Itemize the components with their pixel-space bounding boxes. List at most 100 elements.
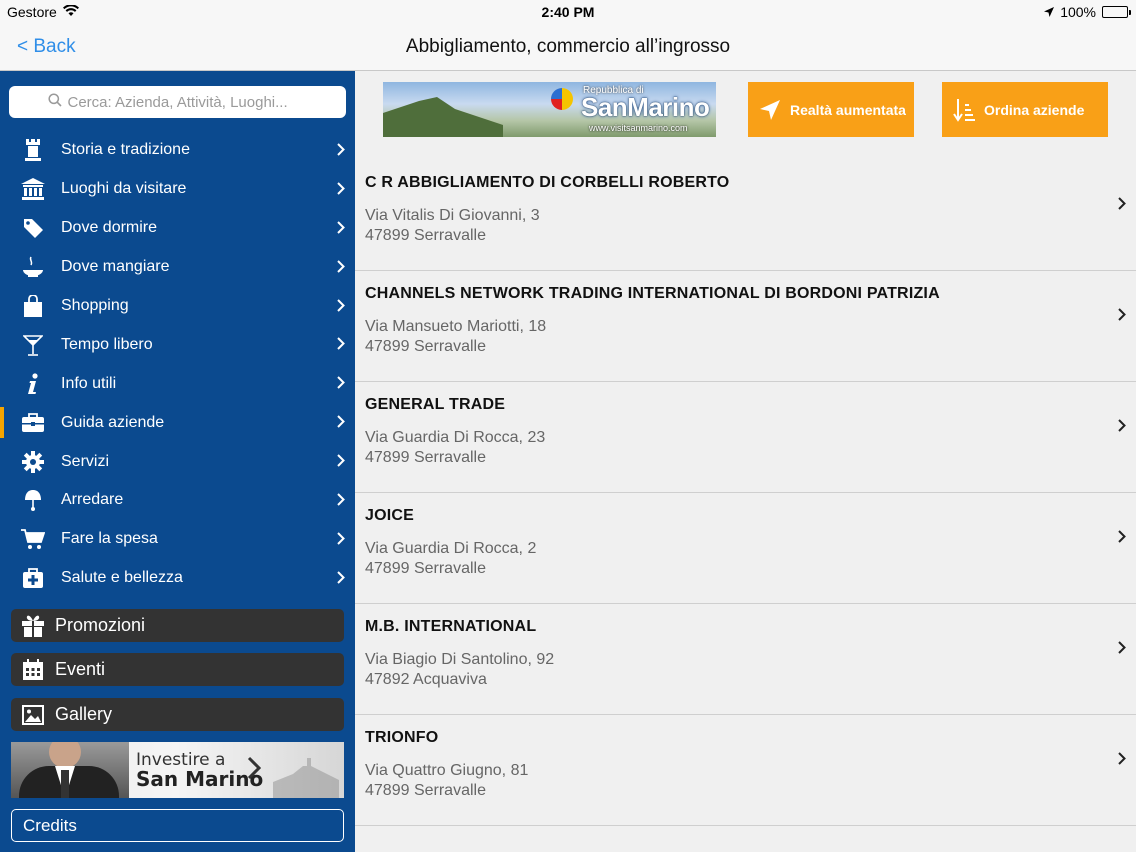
- list-item[interactable]: JOICE Via Guardia Di Rocca, 2 47899 Serr…: [355, 493, 1136, 604]
- sidebar-item-label: Guida aziende: [61, 413, 165, 431]
- shopping-bag-icon: [21, 294, 45, 318]
- chevron-right-icon: [337, 532, 345, 550]
- chevron-right-icon: [1118, 197, 1126, 215]
- castle-icon: [273, 758, 339, 798]
- info-icon: [21, 372, 45, 396]
- cocktail-icon: [21, 333, 45, 357]
- tag-icon: [21, 216, 45, 240]
- list-item[interactable]: GENERAL TRADE Via Guardia Di Rocca, 23 4…: [355, 382, 1136, 493]
- sort-companies-label: Ordina aziende: [984, 101, 1085, 118]
- san-marino-logo-icon: [551, 88, 573, 110]
- company-address: Via Quattro Giugno, 81: [365, 762, 529, 779]
- sidebar-item-dormire[interactable]: Dove dormire: [0, 209, 355, 248]
- chevron-right-icon: [337, 182, 345, 200]
- sidebar-item-label: Luoghi da visitare: [61, 180, 187, 198]
- chevron-right-icon: [337, 259, 345, 278]
- sidebar-item-arredare[interactable]: Arredare: [0, 481, 355, 520]
- eventi-label: Eventi: [55, 659, 106, 679]
- briefcase-icon: [21, 411, 45, 435]
- sidebar-item-storia[interactable]: Storia e tradizione: [0, 131, 355, 170]
- gift-icon: [21, 614, 45, 638]
- chevron-right-icon: [337, 454, 345, 472]
- location-icon: [1044, 4, 1055, 20]
- battery-icon: [1102, 6, 1131, 18]
- company-name: M.B. INTERNATIONAL: [365, 618, 537, 635]
- chevron-right-icon: [1118, 641, 1126, 659]
- chevron-right-icon: [337, 298, 345, 317]
- company-address: Via Mansueto Mariotti, 18: [365, 318, 547, 335]
- augmented-reality-button[interactable]: Realtà aumentata: [748, 82, 914, 137]
- chevron-right-icon: [337, 221, 345, 239]
- sidebar-item-info[interactable]: Info utili: [0, 364, 355, 403]
- businessman-image: [11, 742, 129, 798]
- medical-icon: [21, 566, 45, 590]
- sidebar-item-tempo-libero[interactable]: Tempo libero: [0, 325, 355, 364]
- list-item[interactable]: CHANNELS NETWORK TRADING INTERNATIONAL D…: [355, 271, 1136, 382]
- invest-banner[interactable]: Investire a San Marino: [11, 742, 344, 798]
- list-item[interactable]: TRIONFO Via Quattro Giugno, 81 47899 Ser…: [355, 715, 1136, 826]
- augmented-reality-label: Realtà aumentata: [790, 101, 906, 118]
- museum-icon: [21, 177, 45, 201]
- company-city: 47892 Acquaviva: [365, 671, 487, 688]
- gallery-label: Gallery: [55, 704, 113, 724]
- sidebar-item-spesa[interactable]: Fare la spesa: [0, 520, 355, 559]
- main-content: Repubblica di SanMarino www.visitsanmari…: [355, 71, 1136, 852]
- tower-icon: [21, 138, 45, 162]
- sidebar-item-label: Info utili: [61, 374, 117, 392]
- status-bar: Gestore 2:40 PM 100%: [0, 0, 1136, 24]
- company-city: 47899 Serravalle: [365, 782, 486, 799]
- company-name: JOICE: [365, 507, 415, 524]
- invest-banner-line2: San Marino: [136, 767, 264, 791]
- company-name: GENERAL TRADE: [365, 396, 506, 413]
- company-name: CHANNELS NETWORK TRADING INTERNATIONAL D…: [365, 285, 940, 302]
- company-city: 47899 Serravalle: [365, 560, 486, 577]
- search-input[interactable]: [67, 93, 308, 111]
- sidebar-item-label: Salute e bellezza: [61, 569, 183, 587]
- chevron-right-icon: [337, 337, 345, 355]
- sidebar-menu: Storia e tradizione Luoghi da visitare D…: [0, 131, 355, 598]
- landscape-image: [383, 97, 503, 137]
- chevron-right-icon: [337, 415, 345, 433]
- sidebar-item-luoghi[interactable]: Luoghi da visitare: [0, 170, 355, 209]
- credits-button[interactable]: Credits: [11, 809, 344, 842]
- company-name: TRIONFO: [365, 729, 439, 746]
- company-city: 47899 Serravalle: [365, 338, 486, 355]
- chevron-right-icon: [1118, 308, 1126, 326]
- chevron-right-icon: [1118, 419, 1126, 437]
- chevron-right-icon: [1118, 752, 1126, 770]
- company-address: Via Guardia Di Rocca, 2: [365, 540, 537, 557]
- search-icon: [47, 92, 62, 112]
- banner-name: SanMarino: [581, 92, 710, 122]
- company-list: C R ABBIGLIAMENTO DI CORBELLI ROBERTO Vi…: [355, 160, 1136, 826]
- sidebar-item-label: Servizi: [61, 452, 110, 470]
- company-address: Via Vitalis Di Giovanni, 3: [365, 207, 540, 224]
- sidebar-item-mangiare[interactable]: Dove mangiare: [0, 248, 355, 287]
- company-address: Via Biagio Di Santolino, 92: [365, 651, 555, 668]
- sort-icon: [952, 98, 976, 122]
- sidebar-item-label: Arredare: [61, 491, 124, 509]
- sidebar-item-servizi[interactable]: Servizi: [0, 442, 355, 481]
- chevron-right-icon: [337, 376, 345, 394]
- image-icon: [21, 703, 45, 727]
- gallery-button[interactable]: Gallery: [11, 698, 344, 731]
- promozioni-label: Promozioni: [55, 615, 146, 635]
- calendar-icon: [21, 658, 45, 682]
- sidebar-item-label: Storia e tradizione: [61, 141, 190, 159]
- promozioni-button[interactable]: Promozioni: [11, 609, 344, 642]
- list-item[interactable]: C R ABBIGLIAMENTO DI CORBELLI ROBERTO Vi…: [355, 160, 1136, 271]
- san-marino-banner[interactable]: Repubblica di SanMarino www.visitsanmari…: [383, 82, 716, 137]
- list-item[interactable]: M.B. INTERNATIONAL Via Biagio Di Santoli…: [355, 604, 1136, 715]
- gear-icon: [21, 450, 45, 474]
- sort-companies-button[interactable]: Ordina aziende: [942, 82, 1108, 137]
- sidebar-item-label: Shopping: [61, 297, 129, 314]
- sidebar-item-guida-aziende[interactable]: Guida aziende: [0, 403, 355, 442]
- search-bar[interactable]: [9, 86, 346, 118]
- sidebar-item-label: Tempo libero: [61, 335, 153, 353]
- sidebar-item-salute[interactable]: Salute e bellezza: [0, 559, 355, 598]
- sidebar-item-label: Dove dormire: [61, 219, 158, 237]
- banner-url: www.visitsanmarino.com: [589, 123, 688, 133]
- eventi-button[interactable]: Eventi: [11, 653, 344, 686]
- sidebar-item-shopping[interactable]: Shopping: [0, 287, 355, 326]
- sidebar-item-label: Dove mangiare: [61, 258, 170, 276]
- location-arrow-icon: [758, 98, 782, 122]
